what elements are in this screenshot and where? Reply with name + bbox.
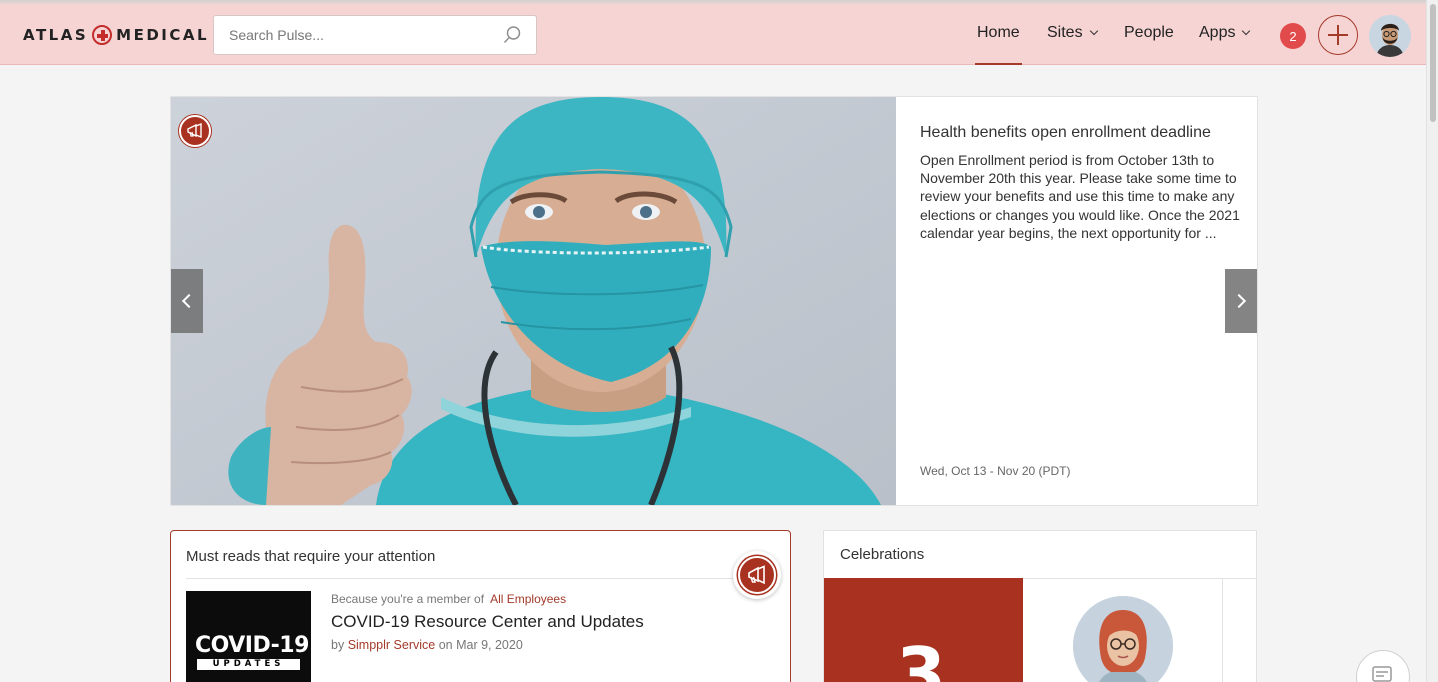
carousel-body: Open Enrollment period is from October 1… bbox=[920, 152, 1240, 241]
chevron-down-icon bbox=[1089, 26, 1098, 35]
carousel-next-button[interactable] bbox=[1225, 269, 1257, 333]
carousel-date: Wed, Oct 13 - Nov 20 (PDT) bbox=[920, 464, 1071, 478]
nav-apps[interactable]: Apps bbox=[1199, 0, 1251, 65]
nav-people[interactable]: People bbox=[1124, 0, 1174, 65]
search-box bbox=[213, 15, 537, 55]
must-reads-heading: Must reads that require your attention bbox=[186, 548, 436, 565]
logo-text-left: ATLAS bbox=[23, 26, 89, 44]
create-button[interactable] bbox=[1318, 15, 1358, 55]
feedback-icon bbox=[1372, 666, 1392, 682]
search-input[interactable] bbox=[214, 16, 484, 54]
divider bbox=[186, 578, 775, 579]
anniversary-number: 3 bbox=[896, 632, 947, 682]
byline-date: on Mar 9, 2020 bbox=[438, 638, 523, 652]
covid-updates-thumbnail[interactable]: COVID-19 UPDATES bbox=[186, 591, 311, 682]
thumbnail-subtitle: UPDATES bbox=[197, 659, 300, 670]
atlas-medical-logo[interactable]: ATLAS MEDICAL bbox=[23, 24, 209, 46]
nav-sites-label: Sites bbox=[1047, 23, 1083, 41]
user-avatar[interactable] bbox=[1369, 15, 1411, 57]
search-icon[interactable] bbox=[502, 25, 522, 45]
feedback-floating-button[interactable] bbox=[1356, 650, 1410, 682]
chevron-right-icon bbox=[1231, 293, 1247, 309]
nav-home[interactable]: Home bbox=[975, 0, 1022, 65]
must-read-megaphone-badge bbox=[733, 551, 781, 599]
nav-home-label: Home bbox=[977, 23, 1020, 41]
must-read-byline: by Simpplr Service on Mar 9, 2020 bbox=[331, 638, 523, 652]
chevron-down-icon bbox=[1242, 26, 1251, 35]
celebrations-divider bbox=[1222, 578, 1223, 682]
celebration-person-avatar[interactable] bbox=[1073, 596, 1173, 682]
megaphone-icon bbox=[738, 556, 776, 594]
nav-sites[interactable]: Sites bbox=[1047, 0, 1098, 65]
celebrations-card: Celebrations 3 bbox=[823, 530, 1257, 682]
medical-cross-icon bbox=[92, 25, 113, 45]
nav-people-label: People bbox=[1124, 23, 1174, 41]
nav-apps-label: Apps bbox=[1199, 23, 1236, 41]
must-read-meta: Because you're a member of All Employees bbox=[331, 592, 566, 606]
meta-prefix: Because you're a member of bbox=[331, 592, 485, 606]
megaphone-icon bbox=[187, 122, 202, 139]
carousel-prev-button[interactable] bbox=[171, 269, 203, 333]
must-read-title[interactable]: COVID-19 Resource Center and Updates bbox=[331, 612, 644, 632]
all-employees-link[interactable]: All Employees bbox=[490, 592, 566, 606]
featured-carousel: Health benefits open enrollment deadline… bbox=[170, 96, 1258, 506]
woman-avatar-image bbox=[1073, 596, 1173, 682]
celebrations-heading: Celebrations bbox=[840, 546, 925, 563]
carousel-hero-image[interactable] bbox=[171, 97, 896, 505]
page-scrollbar[interactable] bbox=[1426, 0, 1438, 682]
author-link[interactable]: Simpplr Service bbox=[348, 638, 436, 652]
top-navigation-bar: ATLAS MEDICAL Home Sites People Apps 2 bbox=[0, 0, 1426, 65]
user-avatar-image bbox=[1369, 15, 1411, 57]
logo-text-right: MEDICAL bbox=[116, 26, 210, 44]
scrollbar-thumb[interactable] bbox=[1430, 4, 1436, 122]
promoted-megaphone-badge bbox=[179, 115, 211, 147]
notifications-badge[interactable]: 2 bbox=[1280, 23, 1306, 49]
anniversary-tile[interactable]: 3 bbox=[824, 578, 1023, 682]
carousel-text-panel: Health benefits open enrollment deadline… bbox=[920, 123, 1240, 242]
byline-prefix: by bbox=[331, 638, 345, 652]
doctor-thumbs-up-photo bbox=[171, 97, 896, 505]
must-reads-card: Must reads that require your attention C… bbox=[170, 530, 791, 682]
carousel-title[interactable]: Health benefits open enrollment deadline bbox=[920, 123, 1240, 143]
thumbnail-title: COVID-19 bbox=[195, 633, 309, 658]
chevron-left-icon bbox=[181, 293, 197, 309]
